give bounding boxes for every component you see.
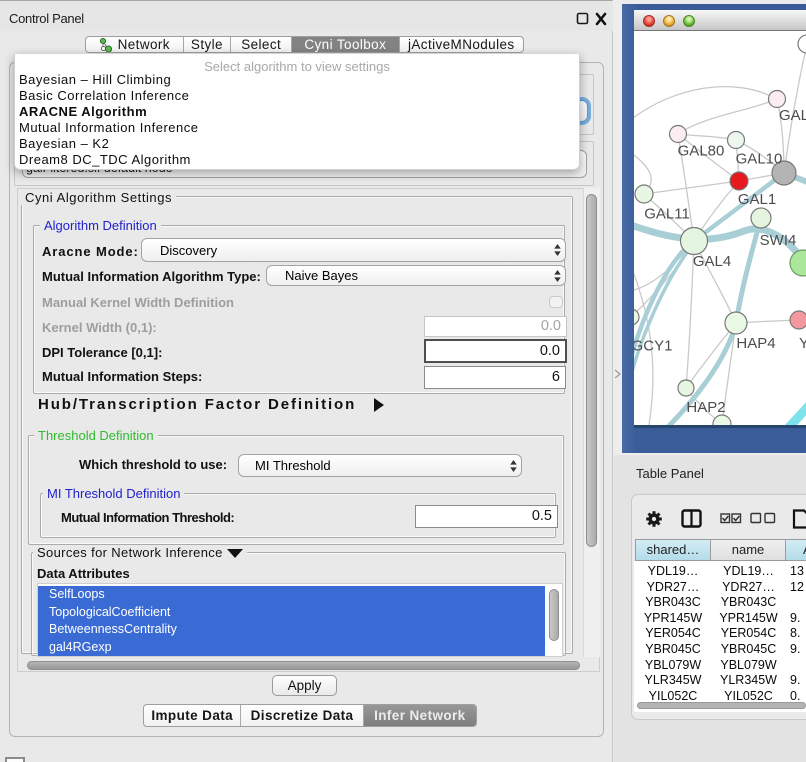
- svg-text:YJL069C: YJL069C: [799, 335, 806, 352]
- svg-text:GAL7: GAL7: [779, 107, 806, 124]
- svg-text:HAP4: HAP4: [736, 335, 775, 352]
- svg-text:GCY1: GCY1: [634, 338, 672, 355]
- svg-text:HAP2: HAP2: [686, 399, 725, 416]
- svg-text:GAL10: GAL10: [736, 151, 783, 168]
- svg-text:GAL1: GAL1: [738, 191, 776, 208]
- svg-text:GAL80: GAL80: [678, 143, 725, 160]
- svg-text:GAL4: GAL4: [693, 253, 731, 270]
- svg-text:SWI4: SWI4: [760, 232, 797, 249]
- svg-text:GAL11: GAL11: [644, 206, 690, 223]
